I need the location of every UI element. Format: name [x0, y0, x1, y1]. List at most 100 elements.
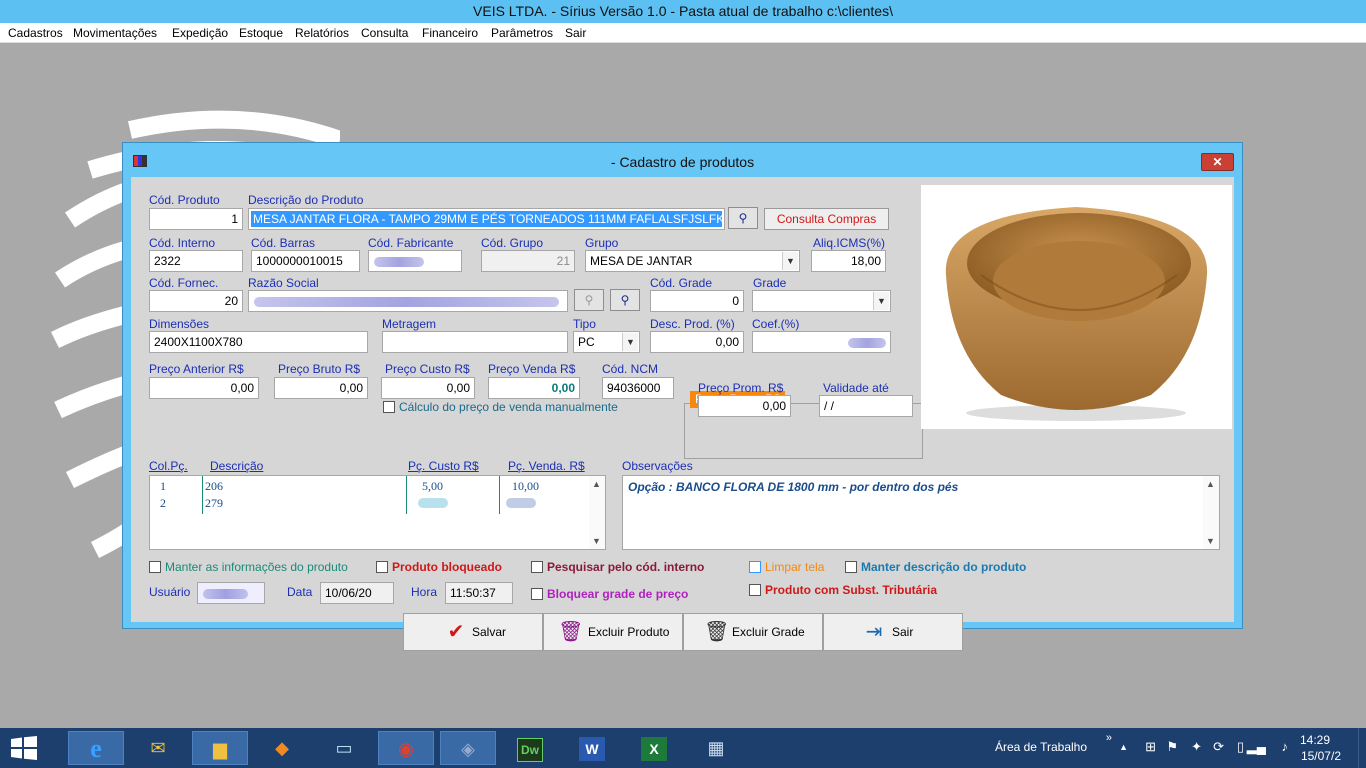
- cod-fornec-input[interactable]: 20: [149, 290, 243, 312]
- checkbox-box[interactable]: [531, 588, 543, 600]
- taskbar-app-fox[interactable]: ◆: [254, 731, 310, 765]
- checkbox-box[interactable]: [845, 561, 857, 573]
- flag-icon[interactable]: ⚑: [1166, 739, 1178, 755]
- menu-financeiro[interactable]: Financeiro: [422, 26, 478, 40]
- desktop-toolbar-label[interactable]: Área de Trabalho: [995, 740, 1087, 754]
- tipo-select[interactable]: PC ▼: [573, 331, 640, 353]
- grid-header-col[interactable]: Col.Pç.: [149, 459, 188, 473]
- desc-prod-input[interactable]: 0,00: [650, 331, 744, 353]
- cod-barras-input[interactable]: 1000000010015: [251, 250, 360, 272]
- taskbar-ie[interactable]: e: [68, 731, 124, 765]
- metragem-input[interactable]: [382, 331, 568, 353]
- grid-header-custo[interactable]: Pç. Custo R$: [408, 459, 479, 473]
- taskbar-chrome[interactable]: ◉: [378, 731, 434, 765]
- menu-expedicao[interactable]: Expedição: [172, 26, 228, 40]
- descricao-input[interactable]: MESA JANTAR FLORA - TAMPO 29MM E PÉS TOR…: [248, 208, 725, 230]
- checkbox-box[interactable]: [749, 561, 761, 573]
- subst-trib-checkbox[interactable]: Produto com Subst. Tributária: [749, 583, 937, 597]
- consulta-compras-button[interactable]: Consulta Compras: [764, 208, 889, 230]
- cod-interno-input[interactable]: 2322: [149, 250, 243, 272]
- checkbox-box[interactable]: [376, 561, 388, 573]
- bloqueado-checkbox[interactable]: Produto bloqueado: [376, 560, 502, 574]
- validade-input[interactable]: / /: [819, 395, 913, 417]
- cod-fabricante-input[interactable]: [368, 250, 462, 272]
- grid-header-venda[interactable]: Pç. Venda. R$: [508, 459, 585, 473]
- clock-date[interactable]: 15/07/2: [1301, 749, 1341, 763]
- chevron-right-icon[interactable]: »: [1106, 732, 1112, 744]
- dimensoes-input[interactable]: 2400X1100X780: [149, 331, 368, 353]
- data-input[interactable]: 10/06/20: [320, 582, 394, 604]
- battery-icon[interactable]: ▯: [1237, 739, 1244, 755]
- taskbar-outlook[interactable]: ✉: [130, 731, 186, 765]
- grid-header-descricao[interactable]: Descrição: [210, 459, 263, 473]
- menu-estoque[interactable]: Estoque: [239, 26, 283, 40]
- grupo-select[interactable]: MESA DE JANTAR ▼: [585, 250, 800, 272]
- salvar-button[interactable]: ✔ Salvar: [403, 613, 543, 651]
- menu-consulta[interactable]: Consulta: [361, 26, 408, 40]
- menu-movimentacoes[interactable]: Movimentações: [73, 26, 157, 40]
- preco-anterior-input[interactable]: 0,00: [149, 377, 259, 399]
- razao-search-button[interactable]: ⚲: [610, 289, 640, 311]
- checkbox-box[interactable]: [531, 561, 543, 573]
- checkbox-box[interactable]: [383, 401, 395, 413]
- chevron-down-icon[interactable]: ▼: [1206, 536, 1215, 546]
- taskbar-calculator[interactable]: ▦: [688, 731, 744, 765]
- aliq-icms-input[interactable]: 18,00: [811, 250, 886, 272]
- chevron-up-icon[interactable]: ▲: [592, 479, 601, 489]
- taskbar-dreamweaver[interactable]: Dw: [502, 731, 558, 765]
- coef-input[interactable]: [752, 331, 891, 353]
- taskbar-word[interactable]: W: [564, 731, 620, 765]
- table-row-venda[interactable]: 10,00: [512, 479, 539, 494]
- cod-produto-input[interactable]: 1: [149, 208, 243, 230]
- taskbar-virtualbox[interactable]: ◈: [440, 731, 496, 765]
- table-row-col[interactable]: 1: [160, 479, 166, 494]
- signal-icon[interactable]: ▂▄: [1247, 739, 1266, 755]
- volume-icon[interactable]: ♪: [1282, 739, 1289, 754]
- table-row-col[interactable]: 2: [160, 496, 166, 511]
- clock-time[interactable]: 14:29: [1300, 733, 1330, 747]
- checkbox-box[interactable]: [149, 561, 161, 573]
- taskbar-excel[interactable]: X: [626, 731, 682, 765]
- usuario-input[interactable]: [197, 582, 265, 604]
- menu-sair[interactable]: Sair: [565, 26, 586, 40]
- windows-flag-icon[interactable]: ⊞: [1145, 739, 1156, 755]
- dropbox-icon[interactable]: ✦: [1191, 739, 1202, 755]
- table-row-desc[interactable]: 279: [205, 496, 223, 511]
- show-desktop-button[interactable]: [1358, 728, 1366, 768]
- menu-parametros[interactable]: Parâmetros: [491, 26, 553, 40]
- cod-grade-input[interactable]: 0: [650, 290, 744, 312]
- chevron-down-icon[interactable]: ▼: [592, 536, 601, 546]
- observacoes-textarea[interactable]: Opção : BANCO FLORA DE 1800 mm - por den…: [622, 475, 1220, 550]
- windows-start-icon[interactable]: [10, 736, 38, 760]
- chevron-up-icon[interactable]: ▲: [1119, 742, 1128, 752]
- menu-relatorios[interactable]: Relatórios: [295, 26, 349, 40]
- preco-venda-input[interactable]: 0,00: [488, 377, 580, 399]
- preco-bruto-input[interactable]: 0,00: [274, 377, 368, 399]
- menu-cadastros[interactable]: Cadastros: [8, 26, 63, 40]
- checkbox-box[interactable]: [749, 584, 761, 596]
- calculo-manual-checkbox[interactable]: Cálculo do preço de venda manualmente: [383, 400, 618, 414]
- close-button[interactable]: ✕: [1201, 153, 1234, 171]
- pesquisar-checkbox[interactable]: Pesquisar pelo cód. interno: [531, 560, 704, 574]
- hora-input[interactable]: 11:50:37: [445, 582, 513, 604]
- taskbar-explorer[interactable]: ▆: [192, 731, 248, 765]
- excluir-grade-button[interactable]: 🗑 Excluir Grade: [683, 613, 823, 651]
- preco-custo-input[interactable]: 0,00: [381, 377, 475, 399]
- cod-ncm-input[interactable]: 94036000: [602, 377, 674, 399]
- limpar-checkbox[interactable]: Limpar tela: [749, 560, 824, 574]
- chevron-up-icon[interactable]: ▲: [1206, 479, 1215, 489]
- taskbar-remote[interactable]: ▭: [316, 731, 372, 765]
- manter-desc-checkbox[interactable]: Manter descrição do produto: [845, 560, 1026, 574]
- table-row-custo[interactable]: 5,00: [422, 479, 443, 494]
- table-row-desc[interactable]: 206: [205, 479, 223, 494]
- price-grid-table[interactable]: 1 206 5,00 10,00 2 279 ▲ ▼: [149, 475, 606, 550]
- preco-prom-input[interactable]: 0,00: [698, 395, 791, 417]
- bloquear-grade-checkbox[interactable]: Bloquear grade de preço: [531, 587, 688, 601]
- manter-info-checkbox[interactable]: Manter as informações do produto: [149, 560, 348, 574]
- sair-button[interactable]: ⇥ Sair: [823, 613, 963, 651]
- razao-search-button-disabled[interactable]: ⚲: [574, 289, 604, 311]
- excluir-produto-button[interactable]: 🗑 Excluir Produto: [543, 613, 683, 651]
- grid-scrollbar[interactable]: ▲ ▼: [589, 476, 605, 549]
- grade-select[interactable]: ▼: [752, 290, 891, 312]
- razao-social-input[interactable]: [248, 290, 568, 312]
